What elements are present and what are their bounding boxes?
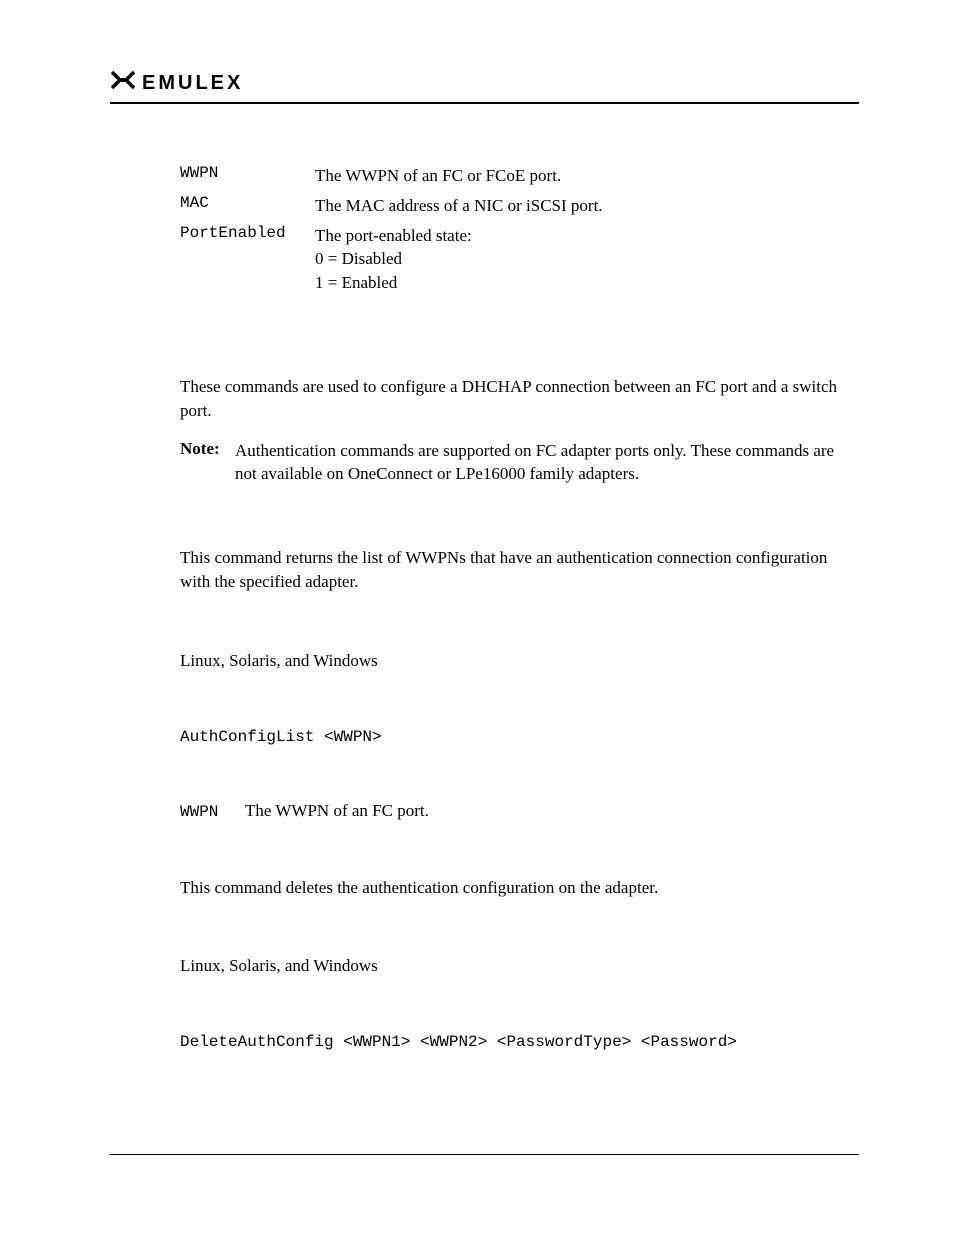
param-desc: The port-enabled state: 0 = Disabled 1 =…: [315, 224, 472, 295]
note-label: Note:: [180, 439, 235, 487]
authconfiglist-param-row: WWPN The WWPN of an FC port.: [180, 801, 859, 821]
param-name: MAC: [180, 194, 315, 212]
authconfiglist-os: Linux, Solaris, and Windows: [180, 649, 859, 673]
deleteauthconfig-os: Linux, Solaris, and Windows: [180, 954, 859, 978]
logo-text: EMULEX: [142, 72, 243, 95]
parameter-table-top: WWPN The WWPN of an FC or FCoE port. MAC…: [180, 164, 859, 295]
table-row: MAC The MAC address of a NIC or iSCSI po…: [180, 194, 859, 218]
deleteauthconfig-desc: This command deletes the authentication …: [180, 876, 859, 900]
note-block: Note: Authentication commands are suppor…: [180, 439, 859, 487]
table-row: WWPN The WWPN of an FC or FCoE port.: [180, 164, 859, 188]
note-text: Authentication commands are supported on…: [235, 439, 859, 487]
param-desc: The WWPN of an FC or FCoE port.: [315, 164, 561, 188]
page-content: WWPN The WWPN of an FC or FCoE port. MAC…: [180, 164, 859, 1051]
param-name: WWPN: [180, 164, 315, 182]
logo-icon: [110, 70, 136, 96]
deleteauthconfig-syntax: DeleteAuthConfig <WWPN1> <WWPN2> <Passwo…: [180, 1033, 859, 1051]
intro-text: These commands are used to configure a D…: [180, 375, 859, 423]
footer-rule: [110, 1154, 859, 1155]
table-row: PortEnabled The port-enabled state: 0 = …: [180, 224, 859, 295]
authconfiglist-desc: This command returns the list of WWPNs t…: [180, 546, 859, 594]
param-desc: The WWPN of an FC port.: [245, 801, 429, 821]
authconfiglist-syntax: AuthConfigList <WWPN>: [180, 728, 859, 746]
emulex-logo: EMULEX: [110, 70, 249, 96]
param-desc: The MAC address of a NIC or iSCSI port.: [315, 194, 603, 218]
page-header: EMULEX: [110, 70, 859, 104]
param-name: WWPN: [180, 803, 245, 821]
param-name: PortEnabled: [180, 224, 315, 242]
